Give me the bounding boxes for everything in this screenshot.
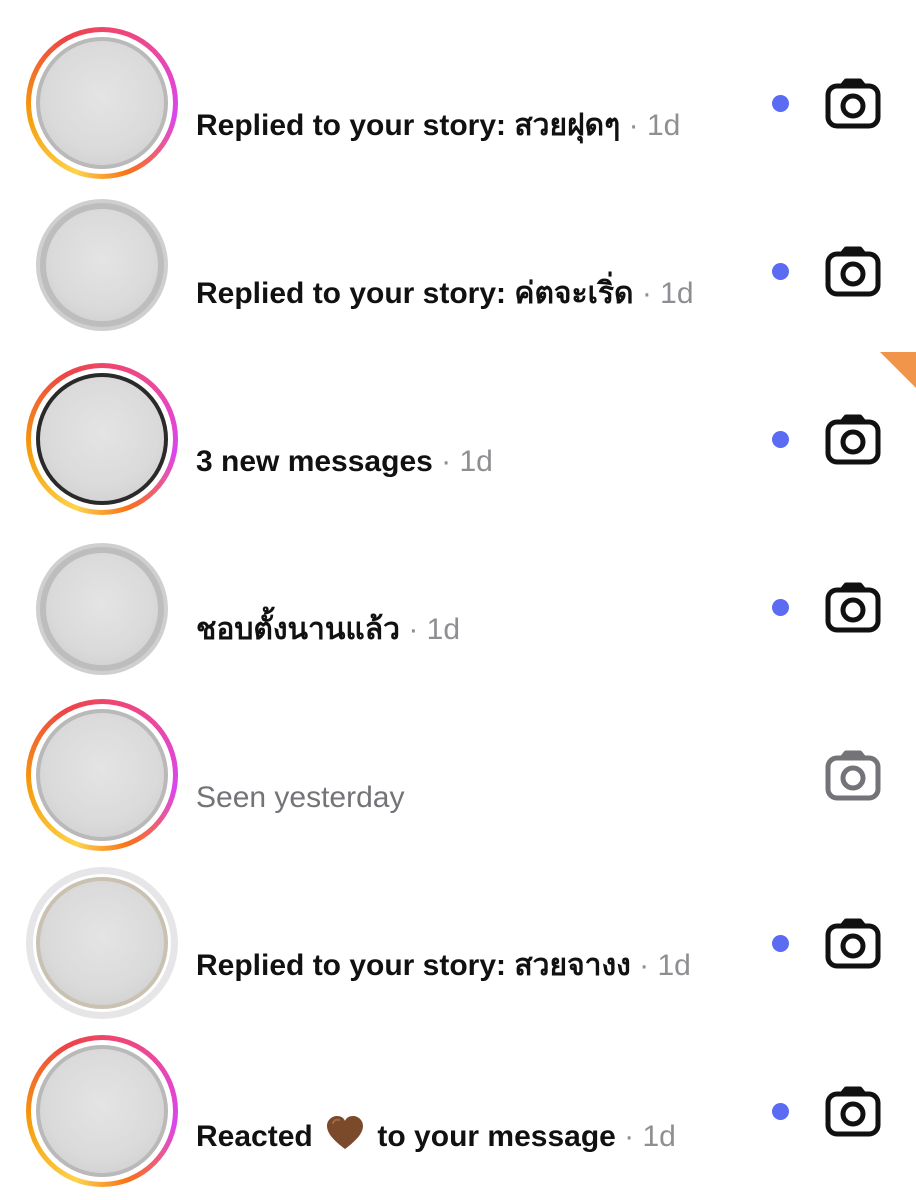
avatar-photo [36,1045,168,1177]
seen-status: Seen yesterday [196,781,405,814]
timestamp: · 1d [624,1120,676,1153]
avatar[interactable] [36,199,168,331]
unread-dot [772,935,789,952]
avatar-photo [40,547,164,671]
thread-row[interactable]: Replied to your story: สวยจางง · 1d [0,840,916,1019]
unread-dot [772,263,789,280]
avatar[interactable] [26,699,178,851]
avatar[interactable] [26,363,178,515]
avatar-photo [36,709,168,841]
last-message: Replied to your story: สวยจางง [196,949,631,982]
camera-icon[interactable] [824,78,882,130]
thread-row[interactable]: ชอบตั้งนานแล้ว · 1d [0,504,916,675]
avatar-photo [40,203,164,327]
thread-preview: 3 new messages · 1d [196,442,493,482]
timestamp: · 1d [408,613,461,646]
camera-icon[interactable] [824,414,882,466]
thread-row[interactable]: Replied to your story: สวยฝุดๆ · 1d [0,0,916,179]
reaction-text-after: to your message [377,1120,616,1153]
camera-icon[interactable] [824,582,882,634]
unread-dot [772,431,789,448]
avatar-photo [36,877,168,1009]
thread-preview: Replied to your story: ค่ตจะเริ่ด · 1d [196,274,694,314]
avatar[interactable] [26,867,178,1019]
last-message: Replied to your story: สวยฝุดๆ [196,109,621,142]
thread-row[interactable]: Reacted to your message · 1d [0,1008,916,1187]
camera-icon[interactable] [824,750,882,802]
brown-heart-icon [327,1116,364,1149]
avatar-photo [36,373,168,505]
camera-icon[interactable] [824,1086,882,1138]
last-message: 3 new messages [196,445,433,478]
unread-dot [772,1103,789,1120]
avatar[interactable] [26,1035,178,1187]
camera-icon[interactable] [824,246,882,298]
thread-row[interactable]: 3 new messages · 1d [0,336,916,515]
corner-tab [880,352,916,388]
timestamp: · 1d [639,949,691,982]
thread-preview: Seen yesterday [196,778,404,818]
reaction-text-before: Reacted [196,1120,313,1153]
direct-messages-list: Replied to your story: สวยฝุดๆ · 1d Repl… [0,0,916,1200]
timestamp: · 1d [441,445,493,478]
unread-dot [772,95,789,112]
avatar[interactable] [26,27,178,179]
last-message: ชอบตั้งนานแล้ว [196,613,400,646]
camera-icon[interactable] [824,918,882,970]
thread-preview: ชอบตั้งนานแล้ว · 1d [196,610,460,650]
thread-preview: Reacted to your message · 1d [196,1114,676,1157]
avatar-photo [36,37,168,169]
timestamp: · 1d [641,277,694,310]
thread-row[interactable]: Replied to your story: ค่ตจะเริ่ด · 1d [0,168,916,336]
timestamp: · 1d [628,109,681,142]
thread-row[interactable]: Seen yesterday [0,672,916,851]
thread-preview: Replied to your story: สวยจางง · 1d [196,946,691,986]
thread-preview: Replied to your story: สวยฝุดๆ · 1d [196,106,680,146]
last-message: Replied to your story: ค่ตจะเริ่ด [196,277,634,310]
avatar[interactable] [36,543,168,675]
unread-dot [772,599,789,616]
